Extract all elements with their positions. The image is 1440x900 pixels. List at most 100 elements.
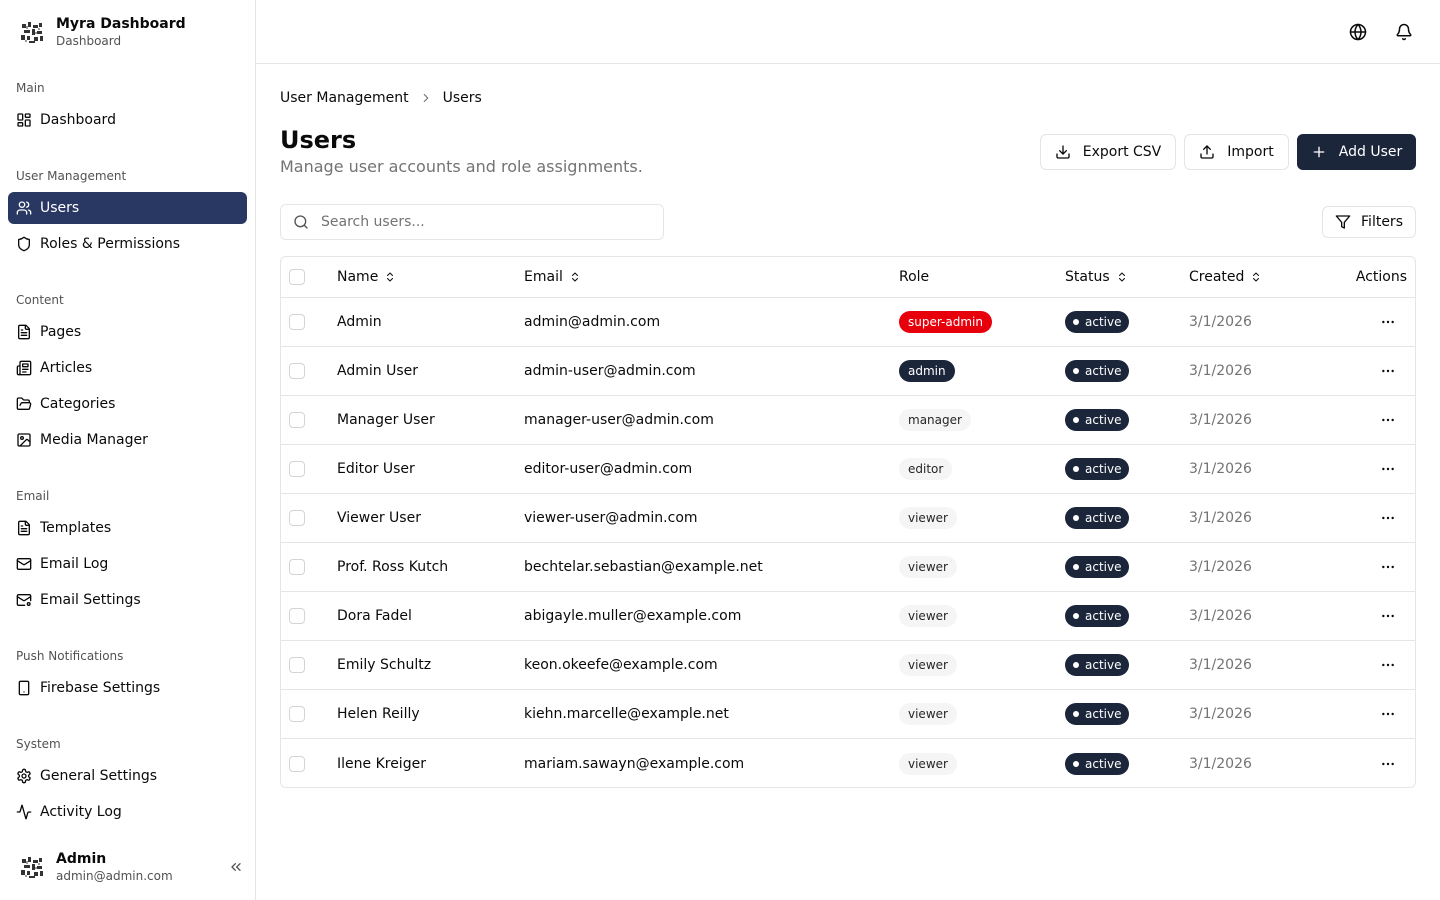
status-label: active — [1085, 560, 1122, 574]
sidebar-item-users[interactable]: Users — [8, 192, 247, 224]
collapse-sidebar-button[interactable] — [226, 857, 246, 877]
sidebar-item-general-settings[interactable]: General Settings — [8, 760, 247, 792]
topbar — [256, 0, 1440, 64]
row-actions-button[interactable] — [1376, 752, 1400, 776]
import-button[interactable]: Import — [1184, 134, 1289, 170]
globe-icon — [1349, 23, 1367, 41]
language-button[interactable] — [1346, 20, 1370, 44]
sidebar: Myra Dashboard Dashboard Main Dashboard … — [0, 0, 256, 900]
role-badge: admin — [899, 360, 955, 382]
row-actions-button[interactable] — [1376, 408, 1400, 432]
sidebar-item-media-manager[interactable]: Media Manager — [8, 424, 247, 456]
row-actions-button[interactable] — [1376, 702, 1400, 726]
row-checkbox[interactable] — [289, 314, 305, 330]
sidebar-item-email-log[interactable]: Email Log — [8, 548, 247, 580]
row-actions-button[interactable] — [1376, 604, 1400, 628]
newspaper-icon — [16, 360, 32, 376]
role-badge: viewer — [899, 654, 957, 676]
row-checkbox[interactable] — [289, 461, 305, 477]
search-box — [280, 204, 664, 240]
table-row[interactable]: Admin admin@admin.com super-admin active 3/1… — [281, 298, 1415, 347]
select-all-checkbox[interactable] — [289, 269, 305, 285]
add-user-label: Add User — [1338, 144, 1403, 160]
row-checkbox[interactable] — [289, 755, 305, 772]
select-all-cell — [289, 257, 305, 297]
sort-icon — [1253, 272, 1260, 282]
row-select-cell — [289, 494, 305, 542]
sidebar-item-articles[interactable]: Articles — [8, 352, 247, 384]
column-header-name[interactable]: Name — [337, 257, 396, 297]
search-icon — [294, 215, 308, 229]
sidebar-item-label: Pages — [40, 324, 82, 340]
column-header-role: Role — [899, 257, 929, 297]
column-header-status[interactable]: Status — [1065, 257, 1128, 297]
row-checkbox[interactable] — [289, 412, 305, 428]
sidebar-item-activity-log[interactable]: Activity Log — [8, 796, 247, 828]
user-menu[interactable]: Admin admin@admin.com — [16, 850, 241, 884]
breadcrumb-parent[interactable]: User Management — [280, 88, 409, 108]
sidebar-item-templates[interactable]: Templates — [8, 512, 247, 544]
more-horizontal-icon — [1382, 614, 1394, 618]
row-checkbox[interactable] — [289, 706, 305, 722]
row-actions-button[interactable] — [1376, 506, 1400, 530]
user-name-cell: Admin User — [337, 363, 418, 379]
table-row[interactable]: Emily Schultz keon.okeefe@example.com view… — [281, 641, 1415, 690]
export-csv-button[interactable]: Export CSV — [1040, 134, 1176, 170]
row-actions-button[interactable] — [1376, 555, 1400, 579]
row-checkbox[interactable] — [289, 363, 305, 379]
folder-open-icon — [16, 397, 32, 410]
actions-cell — [1376, 396, 1400, 444]
notifications-button[interactable] — [1392, 20, 1416, 44]
role-cell: viewer — [899, 592, 957, 640]
table-row[interactable]: Helen Reilly kiehn.marcelle@example.net vi… — [281, 690, 1415, 739]
row-actions-button[interactable] — [1376, 359, 1400, 383]
status-label: active — [1085, 756, 1122, 771]
sidebar-item-categories[interactable]: Categories — [8, 388, 247, 420]
row-actions-button[interactable] — [1376, 310, 1400, 334]
avatar — [16, 851, 48, 883]
row-checkbox[interactable] — [289, 559, 305, 575]
actions-cell — [1376, 641, 1400, 689]
search-input[interactable] — [321, 214, 621, 230]
status-label: active — [1085, 609, 1122, 623]
column-header-label: Created — [1189, 269, 1245, 285]
table-row[interactable]: Admin User admin-user@admin.com admin activ… — [281, 347, 1415, 396]
table-row[interactable]: Manager User manager-user@admin.com manage… — [281, 396, 1415, 445]
add-user-button[interactable]: Add User — [1297, 134, 1416, 170]
table-row[interactable]: Editor User editor-user@admin.com editor ac… — [281, 445, 1415, 494]
column-header-label: Name — [337, 269, 379, 285]
row-checkbox[interactable] — [289, 510, 305, 526]
role-cell: admin — [899, 347, 955, 395]
actions-cell — [1376, 445, 1400, 493]
role-badge: viewer — [899, 556, 957, 578]
user-email-cell: keon.okeefe@example.com — [524, 657, 718, 673]
shield-icon — [18, 236, 30, 252]
status-label: active — [1085, 364, 1122, 378]
row-checkbox[interactable] — [289, 657, 305, 673]
table-row[interactable]: Ilene Kreiger mariam.sawayn@example.com vi… — [281, 739, 1415, 787]
column-header-email[interactable]: Email — [524, 257, 581, 297]
breadcrumb-current: Users — [442, 90, 482, 106]
sidebar-item-firebase-settings[interactable]: Firebase Settings — [8, 672, 247, 704]
activity-icon — [16, 804, 32, 820]
status-dot — [1073, 662, 1079, 668]
row-checkbox[interactable] — [289, 608, 305, 624]
brand[interactable]: Myra Dashboard Dashboard — [16, 14, 186, 50]
filters-button[interactable]: Filters — [1322, 206, 1416, 238]
sidebar-item-dashboard[interactable]: Dashboard — [8, 104, 247, 136]
table-row[interactable]: Dora Fadel abigayle.muller@example.com vie… — [281, 592, 1415, 641]
table-row[interactable]: Viewer User viewer-user@admin.com viewer ac… — [281, 494, 1415, 543]
sidebar-item-label: Users — [40, 200, 80, 216]
sidebar-item-pages[interactable]: Pages — [8, 316, 247, 348]
sidebar-item-email-settings[interactable]: Email Settings — [8, 584, 247, 616]
status-badge: active — [1065, 409, 1130, 431]
row-actions-button[interactable] — [1376, 457, 1400, 481]
column-header-actions: Actions — [1356, 257, 1407, 297]
column-header-created[interactable]: Created — [1189, 257, 1262, 297]
image-icon — [17, 433, 31, 447]
sidebar-item-roles-permissions[interactable]: Roles & Permissions — [8, 228, 247, 260]
status-badge: active — [1065, 703, 1130, 725]
row-actions-button[interactable] — [1376, 653, 1400, 677]
user-email-cell: admin-user@admin.com — [524, 363, 696, 379]
table-row[interactable]: Prof. Ross Kutch bechtelar.sebastian@exam… — [281, 543, 1415, 592]
